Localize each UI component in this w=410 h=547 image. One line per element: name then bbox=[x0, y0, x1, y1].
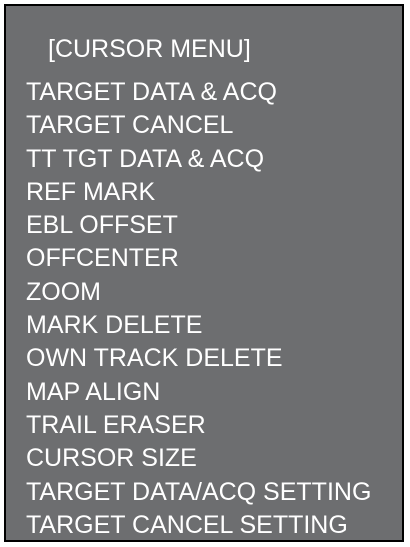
menu-item-own-track-delete[interactable]: OWN TRACK DELETE bbox=[26, 342, 371, 375]
menu-item-mark-delete[interactable]: MARK DELETE bbox=[26, 309, 371, 342]
menu-item-target-cancel[interactable]: TARGET CANCEL bbox=[26, 109, 371, 142]
menu-item-offcenter[interactable]: OFFCENTER bbox=[26, 242, 371, 275]
menu-item-cursor-size[interactable]: CURSOR SIZE bbox=[26, 442, 371, 475]
menu-title: [CURSOR MENU] bbox=[48, 35, 251, 63]
menu-item-ebl-offset[interactable]: EBL OFFSET bbox=[26, 209, 371, 242]
menu-item-trail-eraser[interactable]: TRAIL ERASER bbox=[26, 409, 371, 442]
menu-item-target-data-acq[interactable]: TARGET DATA & ACQ bbox=[26, 76, 371, 109]
menu-list: TARGET DATA & ACQ TARGET CANCEL TT TGT D… bbox=[26, 76, 371, 542]
menu-item-map-align[interactable]: MAP ALIGN bbox=[26, 376, 371, 409]
menu-item-zoom[interactable]: ZOOM bbox=[26, 276, 371, 309]
menu-item-tt-tgt-data-acq[interactable]: TT TGT DATA & ACQ bbox=[26, 143, 371, 176]
cursor-menu-panel: [CURSOR MENU] TARGET DATA & ACQ TARGET C… bbox=[4, 4, 404, 542]
menu-item-ref-mark[interactable]: REF MARK bbox=[26, 176, 371, 209]
menu-item-target-cancel-setting[interactable]: TARGET CANCEL SETTING bbox=[26, 509, 371, 542]
menu-item-target-data-acq-setting[interactable]: TARGET DATA/ACQ SETTING bbox=[26, 476, 371, 509]
